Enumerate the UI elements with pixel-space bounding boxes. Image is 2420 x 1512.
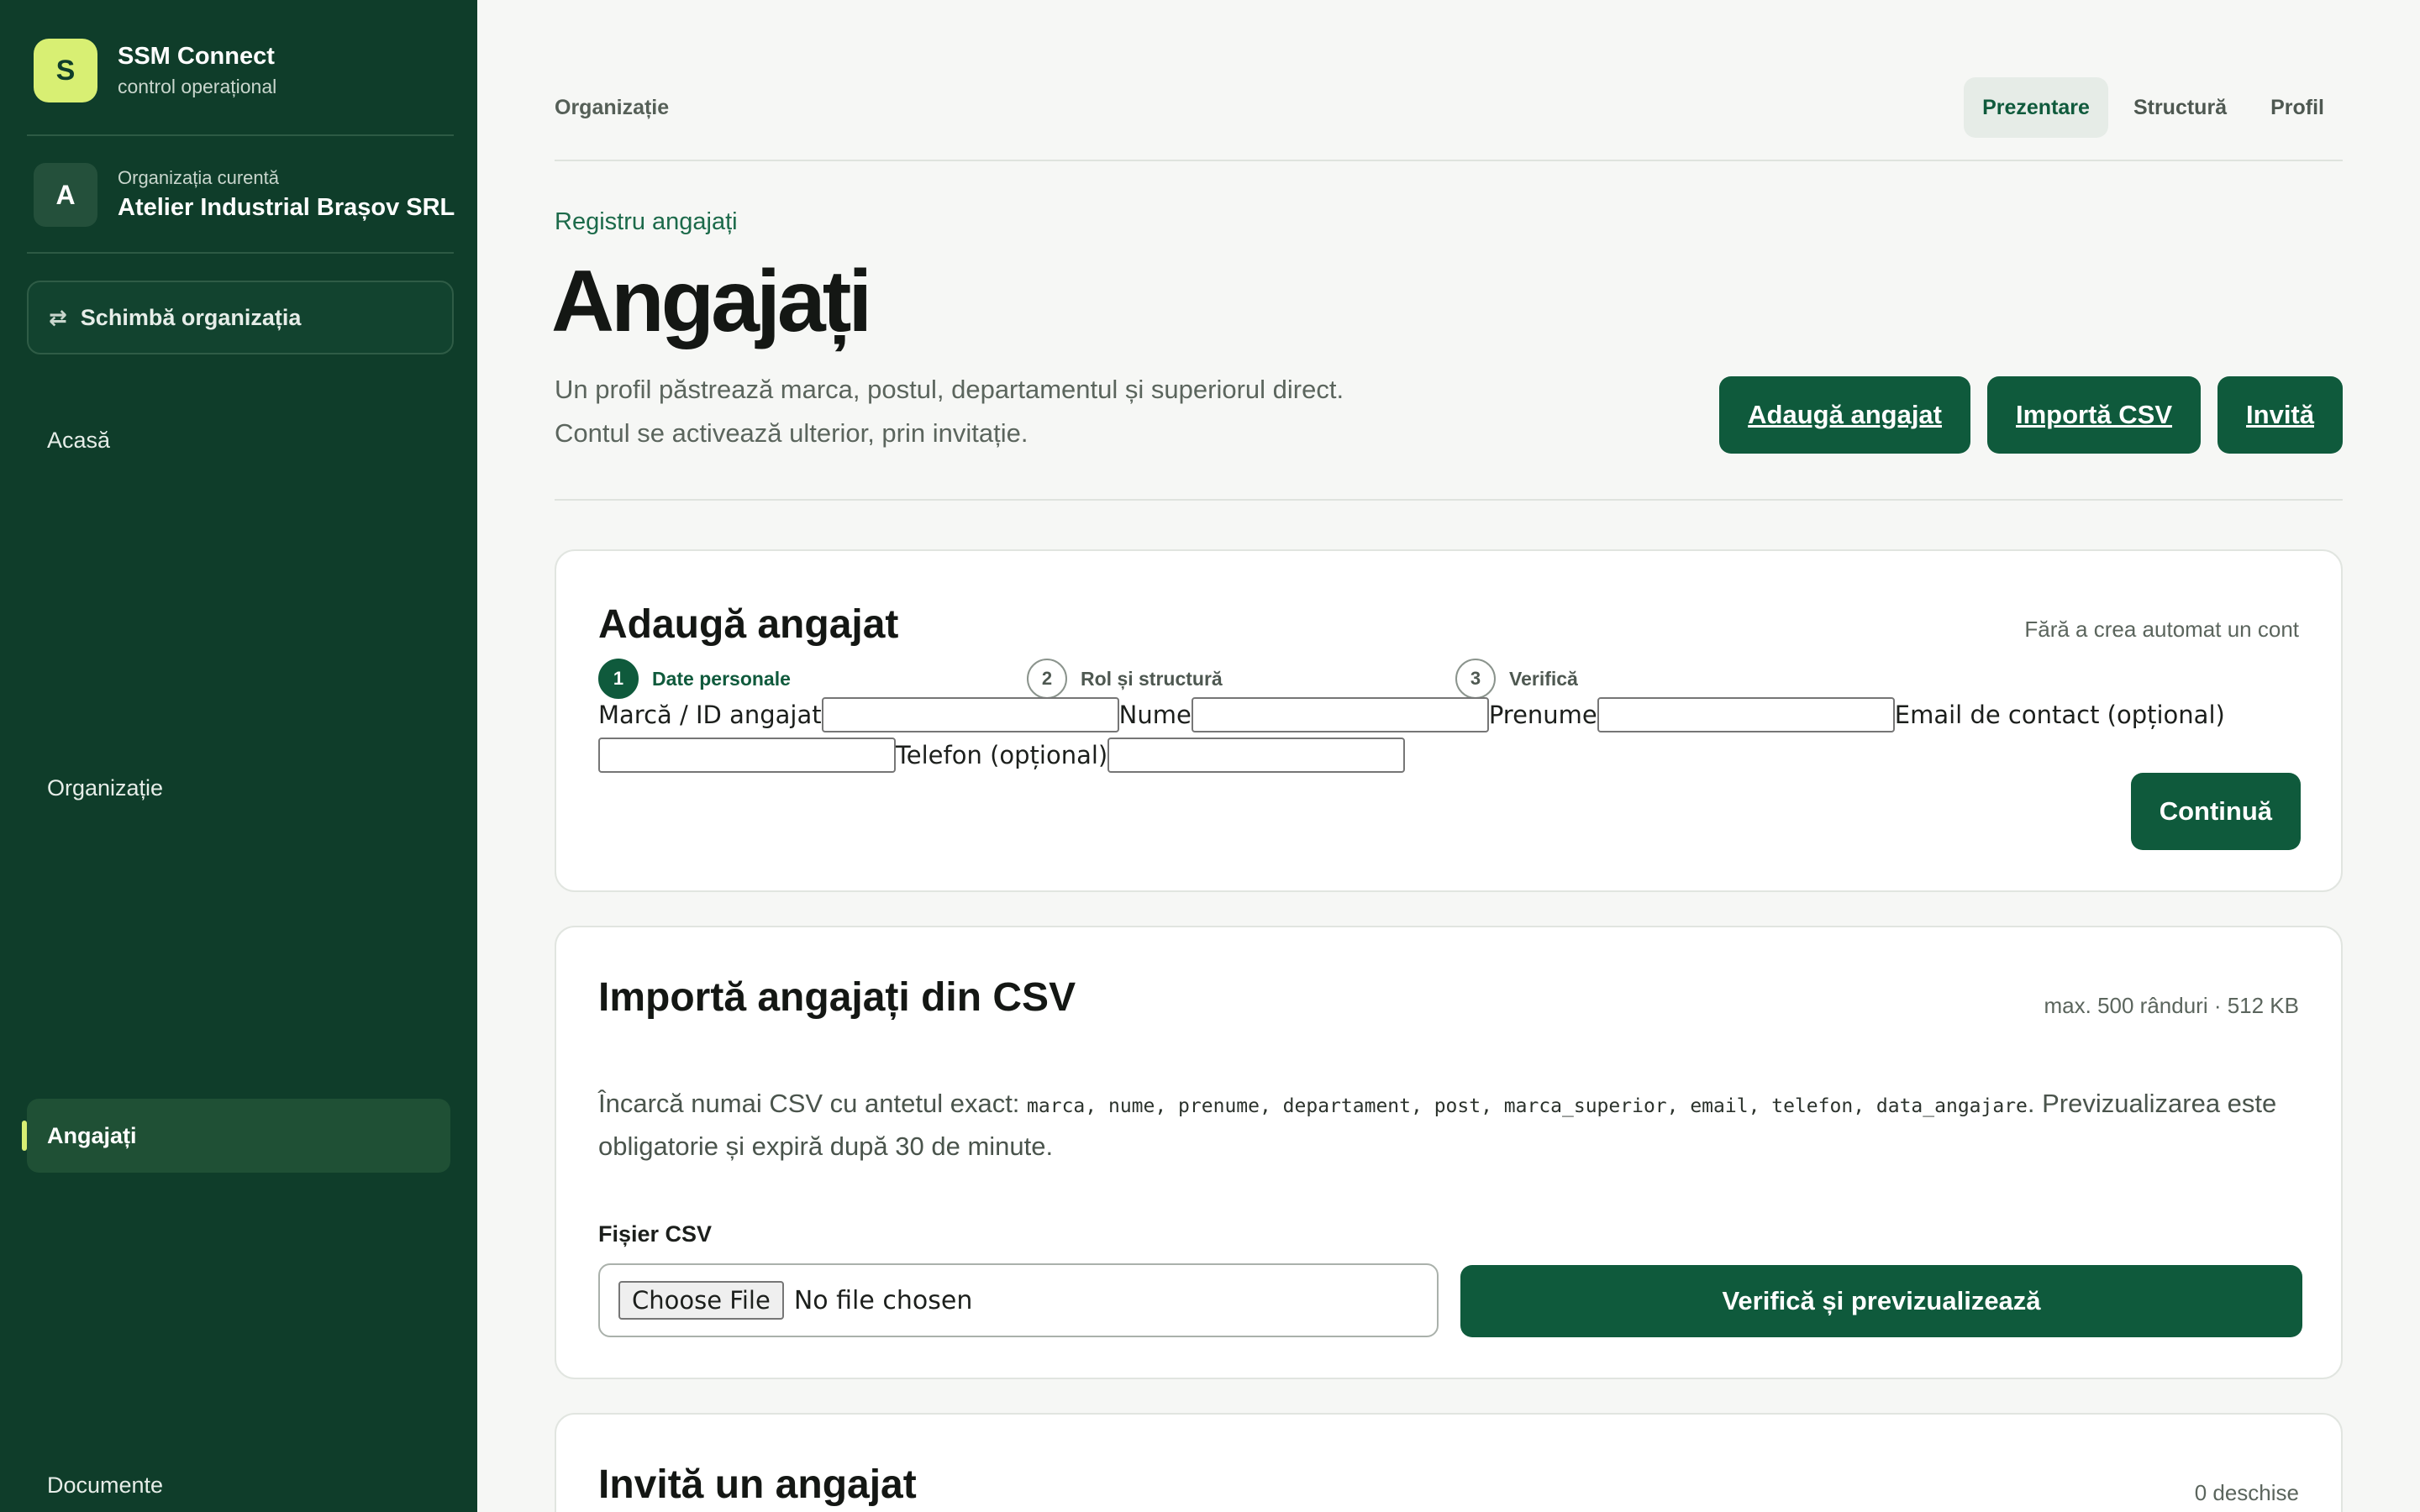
form-row: Telefon (opțional) xyxy=(598,738,1406,773)
organization-name: Atelier Industrial Brașov SRL xyxy=(118,194,455,221)
invite-button[interactable]: Invită xyxy=(2217,376,2343,454)
marca-field[interactable] xyxy=(821,697,1119,732)
invite-card: Invită un angajat 0 deschise xyxy=(555,1413,2343,1512)
nume-field[interactable] xyxy=(1191,697,1489,732)
main-content: Organizație Prezentare Structură Profil … xyxy=(477,0,2420,1512)
switch-organization-label: Schimbă organizația xyxy=(80,304,302,330)
sidebar-item-documente[interactable]: Documente xyxy=(27,1448,450,1512)
file-label: Fișier CSV xyxy=(598,1221,713,1247)
sidebar-item-label: Angajați xyxy=(47,1122,137,1148)
brand: S SSM Connect control operațional xyxy=(34,39,276,102)
add-employee-card: Adaugă angajat Fără a crea automat un co… xyxy=(555,549,2343,892)
page-eyebrow: Registru angajați xyxy=(555,208,738,235)
card-meta: max. 500 rânduri · 512 KB xyxy=(2044,993,2300,1018)
no-file-text: No file chosen xyxy=(793,1285,973,1315)
form-row: Marcă / ID angajat Nume Prenume Email de… xyxy=(598,697,2225,732)
header-divider xyxy=(555,499,2343,501)
sidebar: S SSM Connect control operațional A Orga… xyxy=(0,0,477,1512)
csv-columns: marca, nume, prenume, departament, post,… xyxy=(1027,1095,2028,1117)
tabs: Prezentare Structură Profil xyxy=(1957,77,2343,138)
sidebar-item-label: Organizație xyxy=(47,774,164,801)
topbar-title: Organizație xyxy=(555,96,670,119)
tab-structura[interactable]: Structură xyxy=(2115,77,2245,138)
telefon-label: Telefon (opțional) xyxy=(896,741,1108,769)
step-number: 1 xyxy=(598,659,639,699)
tab-profil[interactable]: Profil xyxy=(2252,77,2343,138)
step-label: Rol și structură xyxy=(1081,667,1223,690)
topbar: Organizație Prezentare Structură Profil xyxy=(555,74,2343,161)
prenume-field[interactable] xyxy=(1597,697,1895,732)
sidebar-item-acasa[interactable]: Acasă xyxy=(27,403,450,477)
tab-prezentare[interactable]: Prezentare xyxy=(1964,77,2108,138)
step-date-personale: 1 Date personale xyxy=(598,659,791,699)
card-title: Invită un angajat xyxy=(598,1462,917,1507)
email-label: Email de contact (opțional) xyxy=(1894,701,2225,729)
telefon-field[interactable] xyxy=(1107,738,1406,773)
swap-arrows-icon: ⇄ xyxy=(49,304,67,330)
description-line: Contul se activează ulterior, prin invit… xyxy=(555,418,1028,448)
page-description: Un profil păstrează marca, postul, depar… xyxy=(555,368,1344,455)
file-input[interactable]: Choose File No file chosen xyxy=(598,1263,1439,1337)
card-title: Importă angajați din CSV xyxy=(598,975,1076,1020)
step-rol-structura: 2 Rol și structură xyxy=(1027,659,1223,699)
card-meta: Fără a crea automat un cont xyxy=(2024,617,2299,642)
organization-avatar: A xyxy=(34,163,97,227)
brand-subtitle: control operațional xyxy=(118,76,277,97)
marca-label: Marcă / ID angajat xyxy=(598,701,822,729)
continue-button[interactable]: Continuă xyxy=(2130,773,2301,850)
import-csv-card: Importă angajați din CSV max. 500 rândur… xyxy=(555,926,2343,1379)
description-line: Un profil păstrează marca, postul, depar… xyxy=(555,375,1344,404)
nume-label: Nume xyxy=(1118,701,1192,729)
email-field[interactable] xyxy=(598,738,896,773)
page-title: Angajați xyxy=(551,253,872,350)
import-csv-button[interactable]: Importă CSV xyxy=(1987,376,2202,454)
description-prefix: Încarcă numai CSV cu antetul exact: xyxy=(598,1089,1028,1118)
sidebar-divider xyxy=(27,134,454,136)
header-actions: Adaugă angajat Importă CSV Invită xyxy=(1702,376,2343,454)
add-employee-button[interactable]: Adaugă angajat xyxy=(1719,376,1970,454)
switch-organization-button[interactable]: ⇄ Schimbă organizația xyxy=(27,281,454,354)
step-label: Verifică xyxy=(1509,667,1578,690)
step-label: Date personale xyxy=(652,667,791,690)
sidebar-item-label: Documente xyxy=(47,1472,164,1498)
sidebar-item-angajati[interactable]: Angajați xyxy=(22,1099,450,1173)
prenume-label: Prenume xyxy=(1488,701,1597,729)
sidebar-item-label: Acasă xyxy=(47,427,111,453)
sidebar-item-organizatie[interactable]: Organizație xyxy=(27,751,450,825)
card-title: Adaugă angajat xyxy=(598,602,899,647)
import-description: Încarcă numai CSV cu antetul exact: marc… xyxy=(598,1084,2312,1167)
organization-label: Organizația curentă xyxy=(118,167,279,188)
current-organization: A Organizația curentă Atelier Industrial… xyxy=(34,163,455,227)
brand-name: SSM Connect xyxy=(118,43,275,70)
step-number: 3 xyxy=(1455,659,1496,699)
verify-preview-button[interactable]: Verifică și previzualizează xyxy=(1460,1265,2302,1337)
sidebar-divider xyxy=(27,252,454,254)
card-meta: 0 deschise xyxy=(2194,1480,2299,1505)
brand-logo: S xyxy=(34,39,97,102)
choose-file-button[interactable]: Choose File xyxy=(618,1281,784,1320)
step-verifica: 3 Verifică xyxy=(1455,659,1578,699)
step-number: 2 xyxy=(1027,659,1067,699)
